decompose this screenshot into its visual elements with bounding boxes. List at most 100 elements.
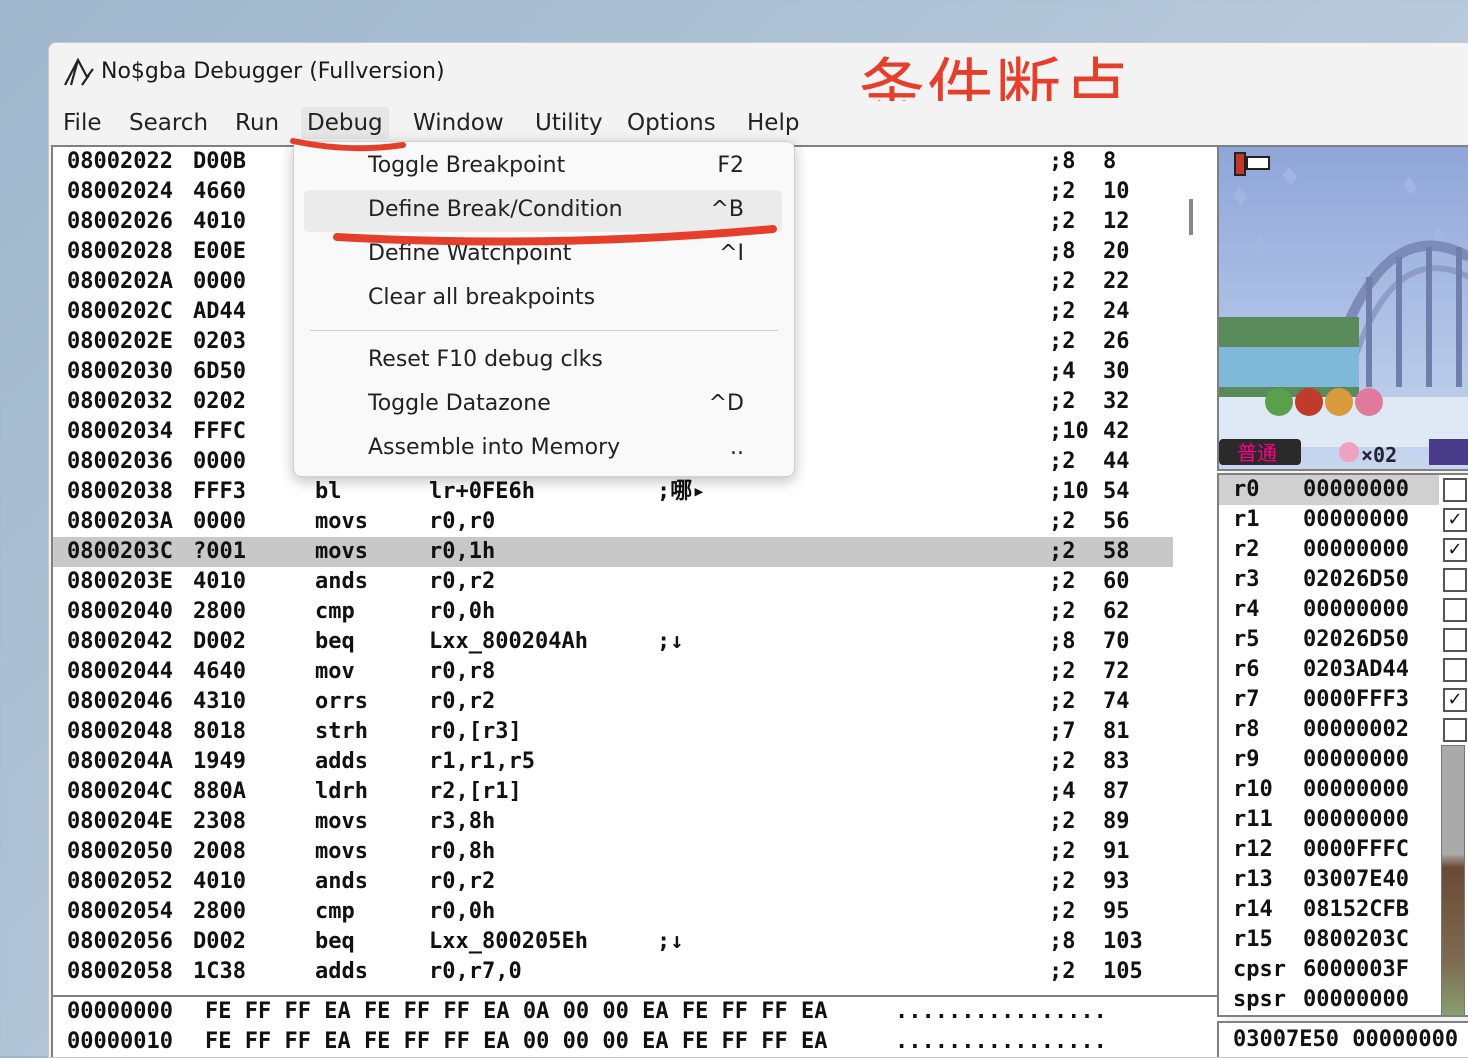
flag-checkbox[interactable] bbox=[1443, 628, 1467, 652]
disassembly-row[interactable]: 0800203A 0000 movs r0,r0 ;2 56 bbox=[53, 507, 1173, 537]
register-row[interactable]: r7 0000FFF3 bbox=[1219, 685, 1439, 715]
menu-item-assemble-into-memory[interactable]: Assemble into Memory.. bbox=[304, 428, 782, 470]
flag-checkbox[interactable] bbox=[1443, 598, 1467, 622]
menu-options[interactable]: Options bbox=[621, 107, 722, 139]
stack-pane[interactable]: 03007E50 00000000 bbox=[1217, 1021, 1468, 1057]
register-row[interactable]: r10 00000000 bbox=[1219, 775, 1439, 805]
menu-item-define-break-condition[interactable]: Define Break/Condition ^B bbox=[304, 190, 782, 232]
register-row[interactable]: r1 00000000 bbox=[1219, 505, 1439, 535]
register-row[interactable]: r9 00000000 bbox=[1219, 745, 1439, 775]
menu-item-toggle-datazone[interactable]: Toggle Datazone ^D bbox=[304, 384, 782, 426]
register-value: 0000FFFC bbox=[1303, 837, 1409, 862]
hex-row[interactable]: 00000010 FE FF FF EA FE FF FF EA 00 00 0… bbox=[67, 1027, 1107, 1057]
disasm-cyc: ;2 bbox=[1049, 959, 1076, 984]
disasm-addr: 0800203C bbox=[67, 539, 173, 564]
menu-file[interactable]: File bbox=[57, 107, 108, 139]
disassembly-row[interactable]: 0800204C 880A ldrh r2,[r1] ;4 87 bbox=[53, 777, 1173, 807]
disasm-mn: movs bbox=[315, 839, 368, 864]
register-name: r15 bbox=[1233, 927, 1273, 952]
register-name: r4 bbox=[1233, 597, 1260, 622]
disasm-cyc: ;2 bbox=[1049, 389, 1076, 414]
hex-row[interactable]: 00000000 FE FF FF EA FE FF FF EA 0A 00 0… bbox=[67, 997, 1107, 1027]
disassembly-row[interactable]: 08002042 D002 beq Lxx_800204Ah ;↓ ;8 70 bbox=[53, 627, 1173, 657]
debugger-window: No$gba Debugger (Fullversion) 条件断点 File … bbox=[48, 42, 1468, 1058]
register-value: 00000000 bbox=[1303, 807, 1409, 832]
register-row[interactable]: r5 02026D50 bbox=[1219, 625, 1439, 655]
menu-utility[interactable]: Utility bbox=[529, 107, 609, 139]
disasm-mn: bl bbox=[315, 479, 342, 504]
register-row[interactable]: r0 00000000 bbox=[1219, 475, 1439, 505]
disassembly-row[interactable]: 0800204A 1949 adds r1,r1,r5 ;2 83 bbox=[53, 747, 1173, 777]
flag-checkbox[interactable]: ✓ bbox=[1443, 688, 1467, 712]
register-row[interactable]: r3 02026D50 bbox=[1219, 565, 1439, 595]
registers-scrollbar[interactable] bbox=[1441, 745, 1465, 1015]
menu-help[interactable]: Help bbox=[741, 107, 805, 139]
scroll-thumb[interactable] bbox=[1189, 199, 1193, 235]
register-row[interactable]: r14 08152CFB bbox=[1219, 895, 1439, 925]
disassembly-row[interactable]: 08002052 4010 ands r0,r2 ;2 93 bbox=[53, 867, 1173, 897]
menu-item-define-watchpoint[interactable]: Define Watchpoint ^I bbox=[304, 234, 782, 276]
flag-checkbox[interactable] bbox=[1443, 658, 1467, 682]
menu-search[interactable]: Search bbox=[123, 107, 214, 139]
disasm-tot: 56 bbox=[1103, 509, 1130, 534]
hex-dump-pane[interactable]: 00000000 FE FF FF EA FE FF FF EA 0A 00 0… bbox=[51, 995, 1225, 1057]
disassembly-row[interactable]: 0800203E 4010 ands r0,r2 ;2 60 bbox=[53, 567, 1173, 597]
disasm-addr: 0800202A bbox=[67, 269, 173, 294]
register-value: 6000003F bbox=[1303, 957, 1409, 982]
disasm-mn: cmp bbox=[315, 599, 355, 624]
disassembly-row[interactable]: 08002056 D002 beq Lxx_800205Eh ;↓ ;8 103 bbox=[53, 927, 1173, 957]
disasm-tot: 83 bbox=[1103, 749, 1130, 774]
disasm-op: 880A bbox=[193, 779, 246, 804]
disassembly-row[interactable]: 08002048 8018 strh r0,[r3] ;7 81 bbox=[53, 717, 1173, 747]
register-row[interactable]: r4 00000000 bbox=[1219, 595, 1439, 625]
disasm-mn: adds bbox=[315, 959, 368, 984]
register-row[interactable]: r2 00000000 bbox=[1219, 535, 1439, 565]
disasm-tot: 30 bbox=[1103, 359, 1130, 384]
register-row[interactable]: r6 0203AD44 bbox=[1219, 655, 1439, 685]
disasm-addr: 0800202E bbox=[67, 329, 173, 354]
registers-pane[interactable]: r0 00000000 r1 00000000 ✓ r2 00000000 ✓ r3 02026D… bbox=[1217, 473, 1468, 1017]
disasm-tot: 54 bbox=[1103, 479, 1130, 504]
disasm-addr: 08002028 bbox=[67, 239, 173, 264]
disasm-tot: 44 bbox=[1103, 449, 1130, 474]
flag-checkbox[interactable] bbox=[1443, 568, 1467, 592]
menu-window[interactable]: Window bbox=[407, 107, 510, 139]
register-row[interactable]: cpsr 6000003F bbox=[1219, 955, 1439, 985]
disasm-op: 2308 bbox=[193, 809, 246, 834]
flag-checkbox[interactable] bbox=[1443, 718, 1467, 742]
flag-checkbox[interactable] bbox=[1443, 478, 1467, 502]
disassembly-row[interactable]: 08002054 2800 cmp r0,0h ;2 95 bbox=[53, 897, 1173, 927]
register-row[interactable]: r11 00000000 bbox=[1219, 805, 1439, 835]
register-row[interactable]: r8 00000002 bbox=[1219, 715, 1439, 745]
flag-checkbox[interactable]: ✓ bbox=[1443, 508, 1467, 532]
menu-item-toggle-breakpoint[interactable]: Toggle Breakpoint F2 bbox=[304, 146, 782, 188]
disasm-cyc: ;2 bbox=[1049, 539, 1076, 564]
disasm-addr: 0800204C bbox=[67, 779, 173, 804]
disasm-cyc: ;4 bbox=[1049, 779, 1076, 804]
register-row[interactable]: spsr 00000000 bbox=[1219, 985, 1439, 1015]
disassembly-row[interactable]: 08002040 2800 cmp r0,0h ;2 62 bbox=[53, 597, 1173, 627]
flag-checkbox[interactable]: ✓ bbox=[1443, 538, 1467, 562]
disasm-op: 0000 bbox=[193, 449, 246, 474]
menu-item-clear-breakpoints[interactable]: Clear all breakpoints bbox=[304, 278, 782, 320]
disassembly-row[interactable]: 0800204E 2308 movs r3,8h ;2 89 bbox=[53, 807, 1173, 837]
disasm-tot: 70 bbox=[1103, 629, 1130, 654]
disasm-args: r3,8h bbox=[429, 809, 496, 834]
disassembly-row[interactable]: 08002058 1C38 adds r0,r7,0 ;2 105 bbox=[53, 957, 1173, 987]
disassembly-scrollbar[interactable] bbox=[1183, 147, 1197, 995]
disasm-addr: 0800203A bbox=[67, 509, 173, 534]
disassembly-row[interactable]: 08002044 4640 mov r0,r8 ;2 72 bbox=[53, 657, 1173, 687]
disassembly-row[interactable]: 08002046 4310 orrs r0,r2 ;2 74 bbox=[53, 687, 1173, 717]
menu-run[interactable]: Run bbox=[229, 107, 285, 139]
menu-item-reset-debug-clks[interactable]: Reset F10 debug clks bbox=[304, 340, 782, 382]
register-value: 02026D50 bbox=[1303, 567, 1409, 592]
disasm-addr: 08002024 bbox=[67, 179, 173, 204]
register-row[interactable]: r12 0000FFFC bbox=[1219, 835, 1439, 865]
disassembly-row[interactable]: 08002050 2008 movs r0,8h ;2 91 bbox=[53, 837, 1173, 867]
register-row[interactable]: r13 03007E40 bbox=[1219, 865, 1439, 895]
menu-debug[interactable]: Debug bbox=[301, 107, 389, 139]
disassembly-row[interactable]: 08002038 FFF3 bl lr+0FE6h ;哪▸ ;10 54 bbox=[53, 477, 1173, 507]
disassembly-row[interactable]: 0800203C ?001 movs r0,1h ;2 58 bbox=[53, 537, 1173, 567]
disasm-op: 2008 bbox=[193, 839, 246, 864]
register-row[interactable]: r15 0800203C bbox=[1219, 925, 1439, 955]
